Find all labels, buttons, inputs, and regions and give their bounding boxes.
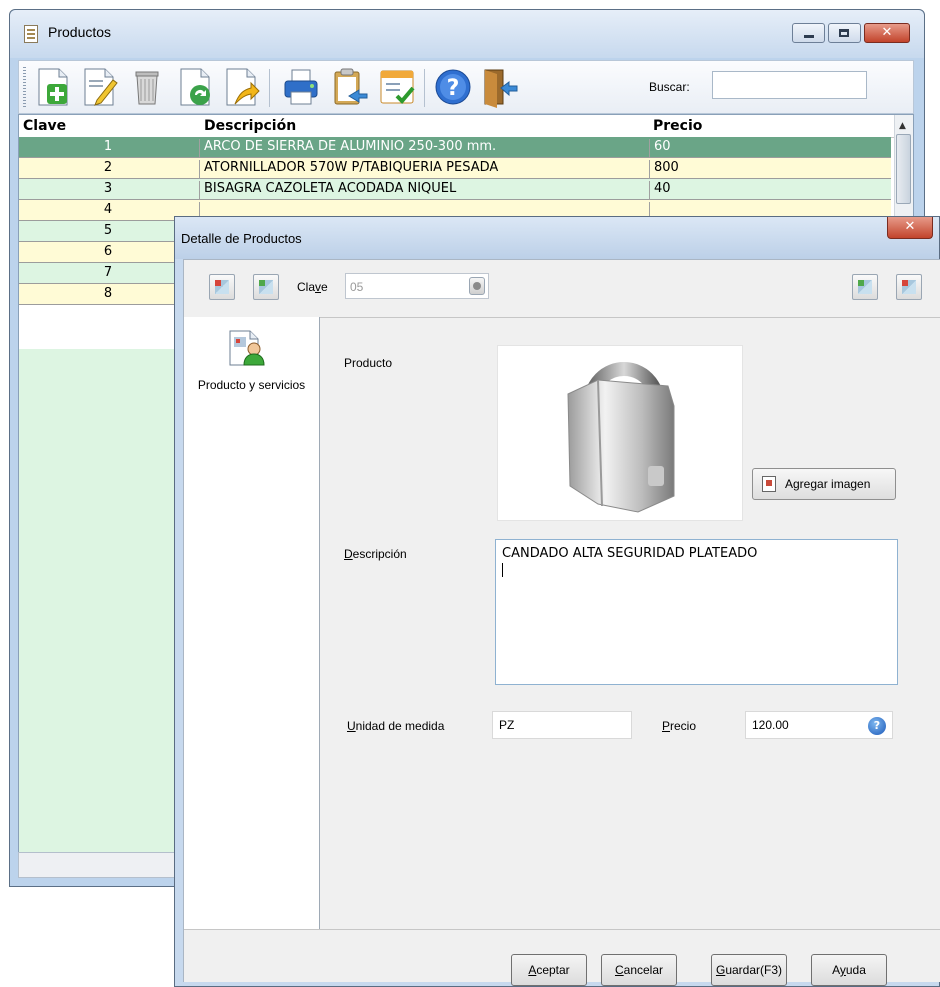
trash-icon[interactable] [127, 66, 167, 108]
main-toolbar: ? Buscar: [18, 60, 914, 114]
last-record-button[interactable] [896, 274, 922, 300]
scroll-thumb[interactable] [896, 134, 911, 204]
search-label: Buscar: [649, 80, 690, 94]
cell-clave: 4 [103, 202, 113, 217]
cancelar-button[interactable]: Cancelar [601, 954, 677, 986]
close-button[interactable]: ✕ [864, 23, 910, 43]
export-document-icon[interactable] [221, 66, 261, 108]
sidebar-item-producto-servicios[interactable]: Producto y servicios [194, 378, 309, 392]
clipboard-icon[interactable] [329, 66, 369, 108]
minimize-button[interactable] [792, 23, 825, 43]
padlock-icon [567, 362, 675, 513]
descripcion-text: CANDADO ALTA SEGURIDAD PLATEADO [502, 546, 758, 561]
column-header-clave[interactable]: Clave [23, 118, 66, 134]
exit-door-icon[interactable] [479, 66, 519, 108]
main-titlebar[interactable]: Productos ✕ [10, 10, 924, 58]
dialog-titlebar[interactable]: Detalle de Productos ✕ [175, 217, 939, 259]
previous-record-button[interactable] [253, 274, 279, 300]
clave-lookup-button[interactable] [469, 277, 485, 295]
guardar-button[interactable]: Guardar(F3) [711, 954, 787, 986]
cell-precio: 40 [649, 181, 884, 200]
cell-clave: 7 [103, 265, 113, 280]
add-document-icon[interactable] [33, 66, 73, 108]
next-record-button[interactable] [852, 274, 878, 300]
main-window-title: Productos [48, 24, 112, 40]
image-file-icon [762, 476, 776, 492]
table-row[interactable]: 3 BISAGRA CAZOLETA ACODADA NIQUEL 40 [19, 179, 891, 200]
text-caret [502, 563, 503, 577]
column-header-descripcion[interactable]: Descripción [204, 118, 296, 134]
toolbar-separator [269, 69, 270, 107]
precio-label: Precio [662, 719, 697, 733]
descripcion-label: Descripción [344, 547, 407, 561]
first-record-button[interactable] [209, 274, 235, 300]
dialog-body: Clave 05 Producto y servicios Producto A… [183, 259, 940, 986]
dialog-title: Detalle de Productos [181, 231, 302, 246]
edit-document-icon[interactable] [79, 66, 119, 108]
cell-clave: 3 [103, 181, 113, 196]
cell-clave: 2 [103, 160, 113, 175]
cell-precio: 60 [649, 139, 884, 158]
cell-descripcion: ARCO DE SIERRA DE ALUMINIO 250-300 mm. [199, 139, 648, 158]
unidad-field[interactable]: PZ [492, 711, 632, 739]
unidad-label: Unidad de medida [347, 719, 445, 733]
help-icon[interactable]: ? [433, 66, 473, 108]
ayuda-button[interactable]: Ayuda [811, 954, 887, 986]
document-icon [24, 25, 38, 43]
clave-field[interactable]: 05 [345, 273, 489, 299]
cell-descripcion: ATORNILLADOR 570W P/TABIQUERIA PESADA [199, 160, 648, 179]
dialog-button-bar: Aceptar Cancelar Guardar(F3) Ayuda [184, 929, 940, 986]
add-image-label: Agregar imagen [785, 477, 871, 491]
descripcion-textarea[interactable]: CANDADO ALTA SEGURIDAD PLATEADO [495, 539, 898, 685]
table-row[interactable]: 1 ARCO DE SIERRA DE ALUMINIO 250-300 mm.… [19, 137, 891, 158]
svg-text:?: ? [447, 76, 460, 101]
cell-clave: 1 [103, 139, 113, 154]
dialog-close-button[interactable]: ✕ [887, 217, 933, 239]
dialog-nav-bar: Clave 05 [184, 260, 940, 318]
cell-descripcion: BISAGRA CAZOLETA ACODADA NIQUEL [199, 181, 648, 200]
column-header-precio[interactable]: Precio [653, 118, 702, 134]
checklist-icon[interactable] [377, 66, 417, 108]
scroll-up-icon[interactable]: ▲ [899, 121, 906, 131]
print-icon[interactable] [281, 66, 321, 108]
precio-help-icon[interactable]: ? [868, 717, 886, 735]
aceptar-button[interactable]: Aceptar [511, 954, 587, 986]
cell-clave: 8 [103, 286, 113, 301]
cell-clave: 6 [103, 244, 113, 259]
detalle-productos-dialog: Detalle de Productos ✕ Clave 05 Producto… [174, 216, 940, 987]
toolbar-grip[interactable] [23, 67, 26, 107]
table-row[interactable]: 2 ATORNILLADOR 570W P/TABIQUERIA PESADA … [19, 158, 891, 179]
cell-precio: 800 [649, 160, 884, 179]
dialog-sidebar: Producto y servicios [184, 317, 320, 929]
search-input[interactable] [712, 71, 867, 99]
maximize-button[interactable] [828, 23, 861, 43]
toolbar-separator [424, 69, 425, 107]
refresh-document-icon[interactable] [175, 66, 215, 108]
clave-label: Clave [297, 280, 328, 294]
producto-label: Producto [344, 356, 393, 370]
product-user-icon[interactable] [226, 329, 266, 367]
cell-clave: 5 [103, 223, 113, 238]
add-image-button[interactable]: Agregar imagen [752, 468, 896, 500]
grid-header: Clave Descripción Precio [19, 115, 899, 138]
product-image [497, 345, 743, 521]
